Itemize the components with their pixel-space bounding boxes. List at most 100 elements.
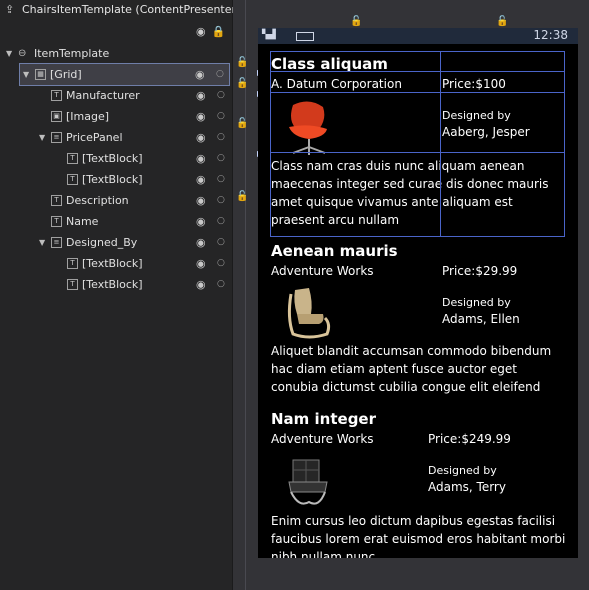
tree-item-image[interactable]: ▣ [Image] ◉ ○ [0,106,232,127]
chair-image [288,459,328,505]
designed-by-label: Designed by [442,109,511,122]
visibility-eye-icon[interactable]: ◉ [196,274,206,295]
item-description: Aliquet blandit accumsan commodo bibendu… [271,344,552,394]
tree-item-textblock[interactable]: T [TextBlock] ◉ ○ [0,253,232,274]
battery-icon [296,32,314,41]
row-lock-icon[interactable]: 🔓 [236,78,248,89]
item-price: Price:$249.99 [428,432,511,446]
panel-header[interactable]: ⇪ ChairsItemTemplate (ContentPresenter..… [0,0,246,20]
lock-all-icon[interactable]: 🔒 [212,25,226,38]
lock-toggle-dot-icon[interactable]: ○ [217,232,225,253]
objects-timeline-panel: ⇪ ChairsItemTemplate (ContentPresenter..… [0,0,246,590]
visibility-eye-icon[interactable]: ◉ [195,64,205,85]
list-item[interactable]: Class aliquam A. Datum Corporation Price… [271,55,571,241]
item-price: Price:$100 [442,77,506,91]
item-description: Class nam cras duis nunc aliquam aenean … [271,159,549,227]
tree-item-designed-by[interactable]: ▼ ≡ Designed_By ◉ ○ [0,232,232,253]
lock-toggle-dot-icon[interactable]: ○ [217,274,225,295]
show-all-icon[interactable]: ◉ [196,25,206,38]
tree-item-label: Name [66,215,99,228]
grid-icon: ▦ [35,69,46,80]
phone-emulator: ▚▟ 12:38 Class aliquam A. Datum Corporat… [258,28,578,558]
lock-toggle-dot-icon[interactable]: ○ [217,211,225,232]
collapse-icon[interactable]: ▼ [23,64,29,85]
textblock-icon: T [51,195,62,206]
visibility-eye-icon[interactable]: ◉ [196,106,206,127]
tree-item-label: [Image] [66,110,110,123]
visibility-eye-icon[interactable]: ◉ [196,127,206,148]
tree-item-label: [TextBlock] [82,257,143,270]
tree-item-itemtemplate[interactable]: ▼ ⊖ ItemTemplate [0,43,232,64]
chair-image [289,101,327,155]
lock-toggle-dot-icon[interactable]: ○ [217,85,225,106]
tree-item-label: [TextBlock] [82,278,143,291]
item-name: Aenean mauris [271,242,398,260]
tree-item-name[interactable]: T Name ◉ ○ [0,211,232,232]
visibility-eye-icon[interactable]: ◉ [196,190,206,211]
visibility-eye-icon[interactable]: ◉ [196,232,206,253]
lock-toggle-dot-icon[interactable]: ○ [216,64,224,85]
column-lock-icon[interactable]: 🔓 [496,16,508,27]
collapse-icon[interactable]: ▼ [6,43,12,64]
textblock-icon: T [51,90,62,101]
tree-item-label: [TextBlock] [82,152,143,165]
tree-item-textblock[interactable]: T [TextBlock] ◉ ○ [0,274,232,295]
lock-toggle-dot-icon[interactable]: ○ [217,127,225,148]
list-item[interactable]: Aenean mauris Adventure Works Price:$29.… [271,242,571,410]
tree-item-label: Manufacturer [66,89,140,102]
clock: 12:38 [533,28,568,42]
collapse-icon[interactable]: ▼ [39,127,45,148]
stackpanel-icon: ≡ [51,237,62,248]
template-icon: ⊖ [18,48,27,59]
header-tools: ◉ 🔒 [196,25,231,38]
tree-item-textblock[interactable]: T [TextBlock] ◉ ○ [0,169,232,190]
visibility-eye-icon[interactable]: ◉ [196,253,206,274]
lock-toggle-dot-icon[interactable]: ○ [217,148,225,169]
visibility-eye-icon[interactable]: ◉ [196,85,206,106]
lock-toggle-dot-icon[interactable]: ○ [217,190,225,211]
tree-item-description[interactable]: T Description ◉ ○ [0,190,232,211]
tree-item-pricepanel[interactable]: ▼ ≡ PricePanel ◉ ○ [0,127,232,148]
designed-by-label: Designed by [428,464,497,477]
scope-up-icon[interactable]: ⇪ [5,0,14,20]
item-manufacturer: Adventure Works [271,432,374,446]
lock-toggle-dot-icon[interactable]: ○ [217,106,225,127]
textblock-icon: T [67,153,78,164]
textblock-icon: T [67,258,78,269]
tree-item-grid[interactable]: ▼ ▦ [Grid] ◉ ○ [19,63,230,86]
stackpanel-icon: ≡ [51,132,62,143]
textblock-icon: T [67,279,78,290]
tree-item-label: Description [66,194,129,207]
chair-image [287,288,331,339]
tree-item-label: ItemTemplate [34,47,110,60]
list-item[interactable]: Nam integer Adventure Works Price:$249.9… [271,410,571,558]
textblock-icon: T [67,174,78,185]
tree-item-label: [TextBlock] [82,173,143,186]
item-name: Class aliquam [271,55,388,73]
tree-item-manufacturer[interactable]: T Manufacturer ◉ ○ [0,85,232,106]
visibility-eye-icon[interactable]: ◉ [196,148,206,169]
signal-icon: ▚▟ [262,30,276,40]
lock-toggle-dot-icon[interactable]: ○ [217,169,225,190]
tree-item-label: [Grid] [50,68,82,81]
image-icon: ▣ [51,111,62,122]
collapse-icon[interactable]: ▼ [39,232,45,253]
status-bar: ▚▟ 12:38 [258,28,578,44]
item-name: Nam integer [271,410,376,428]
visibility-eye-icon[interactable]: ◉ [196,211,206,232]
item-description: Enim cursus leo dictum dapibus egestas f… [271,514,566,558]
column-lock-icon[interactable]: 🔓 [350,16,362,27]
textblock-icon: T [51,216,62,227]
panel-title: ChairsItemTemplate (ContentPresenter... [22,3,246,16]
row-lock-icon[interactable]: 🔓 [236,191,248,202]
designed-by-label: Designed by [442,296,511,309]
item-designer: Adams, Ellen [442,312,520,326]
design-surface[interactable]: 🔓 🔓 🔓 🔓 🔓 🔓 ▶ ▶ ▶ ▼ ▚▟ 12:38 Class aliqu… [233,0,589,590]
tree-item-textblock[interactable]: T [TextBlock] ◉ ○ [0,148,232,169]
visibility-eye-icon[interactable]: ◉ [196,169,206,190]
lock-toggle-dot-icon[interactable]: ○ [217,253,225,274]
row-lock-icon[interactable]: 🔓 [236,57,248,68]
row-lock-icon[interactable]: 🔓 [236,118,248,129]
item-manufacturer: A. Datum Corporation [271,77,402,91]
item-designer: Adams, Terry [428,480,506,494]
